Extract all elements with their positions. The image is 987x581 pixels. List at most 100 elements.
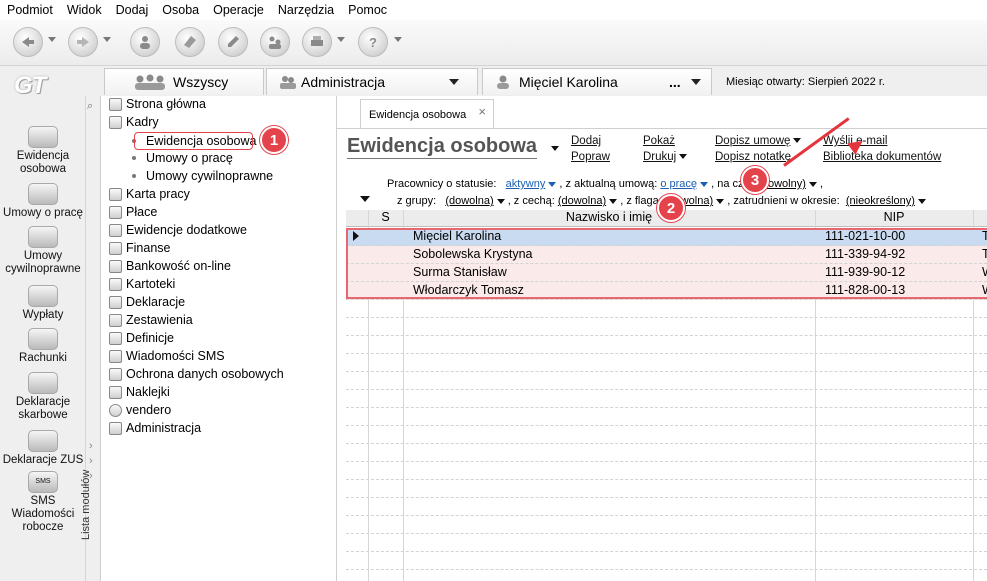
employment-period-filter[interactable]: (nieokreślony)	[846, 195, 915, 207]
forward-dropdown-icon[interactable]	[103, 37, 111, 42]
add-note-button[interactable]: Dopisz notatkę	[715, 151, 791, 163]
tree-item-naklejki[interactable]: Naklejki	[109, 383, 170, 401]
group-dropdown-icon[interactable]	[496, 198, 505, 204]
group-filter[interactable]: (dowolna)	[445, 195, 493, 207]
money-icon	[109, 205, 122, 219]
menu-pomoc[interactable]: Pomoc	[348, 3, 387, 17]
tab-ewidencja-osobowa[interactable]: Ewidencja osobowa ×	[360, 99, 494, 128]
tree-item-bankowosc[interactable]: Bankowość on-line	[109, 257, 231, 275]
empty-row	[346, 498, 987, 516]
menu-podmiot[interactable]: Podmiot	[7, 3, 53, 17]
document-library-button[interactable]: Biblioteka dokumentów	[823, 151, 941, 163]
users-icon[interactable]	[260, 27, 290, 57]
module-ewidencja[interactable]: Ewidencja osobowa	[0, 126, 86, 176]
tree-item-kadry[interactable]: Kadry	[109, 113, 159, 131]
contract-dropdown-icon[interactable]	[700, 181, 709, 187]
edit-icon[interactable]	[218, 27, 248, 57]
menu-osoba[interactable]: Osoba	[162, 3, 199, 17]
tree-item-definicje[interactable]: Definicje	[109, 329, 174, 347]
module-wyplaty[interactable]: Wypłaty	[0, 285, 86, 322]
back-icon[interactable]	[13, 27, 43, 57]
module-label: Ewidencja osobowa	[16, 150, 70, 175]
module-label: Wypłaty	[22, 309, 64, 321]
feature-dropdown-icon[interactable]	[609, 198, 618, 204]
handshake-icon	[28, 183, 58, 205]
module-umowy-o-prace[interactable]: Umowy o pracę	[0, 183, 86, 220]
tree-item-finanse[interactable]: Finanse	[109, 239, 170, 257]
finance-icon	[109, 241, 122, 255]
add-button[interactable]: Dodaj	[571, 135, 601, 147]
tree-item-ewidencje-dodatkowe[interactable]: Ewidencje dodatkowe	[109, 221, 247, 239]
menu-dodaj[interactable]: Dodaj	[116, 3, 149, 17]
module-sms[interactable]: SMS SMS Wiadomości robocze	[0, 471, 86, 534]
column-header-name[interactable]: Nazwisko i imię	[403, 210, 815, 227]
title-dropdown-icon[interactable]	[551, 146, 559, 151]
help-icon[interactable]: ?	[358, 27, 388, 57]
add-contract-button[interactable]: Dopisz umowę	[715, 135, 802, 147]
help-dropdown-icon[interactable]	[394, 37, 402, 42]
module-deklaracje-zus[interactable]: Deklaracje ZUS	[0, 430, 86, 467]
menu-operacje[interactable]: Operacje	[213, 3, 264, 17]
menu-bar: Podmiot Widok Dodaj Osoba Operacje Narzę…	[0, 0, 987, 20]
home-icon	[109, 97, 122, 111]
employment-period-dropdown-icon[interactable]	[917, 198, 926, 204]
module-label: Rachunki	[19, 352, 67, 364]
tree-item-deklaracje[interactable]: Deklaracje	[109, 293, 185, 311]
module-deklaracje-skarbowe[interactable]: Deklaracje skarbowe	[0, 372, 86, 422]
filters-dropdown-icon[interactable]	[360, 196, 370, 202]
document-icon	[109, 223, 122, 237]
column-header-nip[interactable]: NIP	[815, 210, 973, 227]
status-filter[interactable]: aktywny	[506, 178, 546, 190]
tree-item-umowy-cywilnoprawne[interactable]: Umowy cywilnoprawne	[132, 167, 273, 185]
tab-administration[interactable]: Administracja	[266, 68, 478, 95]
empty-row	[346, 552, 987, 570]
print-button[interactable]: Drukuj	[643, 151, 688, 163]
pin-icon[interactable]: ⌕	[87, 100, 93, 113]
tree-item-place[interactable]: Płace	[109, 203, 157, 221]
show-button[interactable]: Pokaż	[643, 135, 675, 147]
print-dropdown-icon[interactable]	[337, 37, 345, 42]
status-dropdown-icon[interactable]	[548, 181, 557, 187]
module-list-label: Lista modułów	[80, 469, 92, 540]
person-dropdown-icon[interactable]	[691, 79, 701, 85]
zus-icon	[28, 430, 58, 452]
contract-filter[interactable]: o pracę	[660, 178, 697, 190]
tree-item-karta-pracy[interactable]: Karta pracy	[109, 185, 190, 203]
tree-item-ochrona-danych[interactable]: Ochrona danych osobowych	[109, 365, 284, 383]
tree-item-vendero[interactable]: vendero	[109, 401, 171, 419]
tab-admin-label: Administracja	[301, 74, 386, 90]
period-type-dropdown-icon[interactable]	[808, 181, 817, 187]
step-badge-3: 3	[741, 166, 769, 194]
admin-dropdown-icon[interactable]	[449, 79, 459, 85]
money-icon	[28, 285, 58, 307]
tree-item-strona-glowna[interactable]: Strona główna	[109, 95, 206, 113]
menu-narzedzia[interactable]: Narzędzia	[278, 3, 334, 17]
module-rachunki[interactable]: Rachunki	[0, 328, 86, 365]
empty-row	[346, 534, 987, 552]
flag-dropdown-icon[interactable]	[716, 198, 725, 204]
forward-icon[interactable]	[68, 27, 98, 57]
edit-button[interactable]: Popraw	[571, 151, 610, 163]
print-dropdown-icon	[679, 154, 688, 160]
tree-item-umowy-o-prace[interactable]: Umowy o pracę	[132, 149, 233, 167]
feature-filter[interactable]: (dowolna)	[558, 195, 606, 207]
close-icon[interactable]: ×	[478, 104, 486, 119]
page-title[interactable]: Ewidencja osobowa	[347, 135, 538, 159]
tab-person[interactable]: Mięciel Karolina ...	[482, 68, 712, 95]
note-icon[interactable]	[175, 27, 205, 57]
tree-item-kartoteki[interactable]: Kartoteki	[109, 275, 175, 293]
column-header-s[interactable]: S	[368, 210, 403, 227]
open-month-status: Miesiąc otwarty: Sierpień 2022 r.	[726, 76, 885, 88]
tree-item-administracja[interactable]: Administracja	[109, 419, 201, 437]
module-umowy-cywilnoprawne[interactable]: Umowy cywilnoprawne	[0, 226, 86, 276]
report-icon	[109, 313, 122, 327]
back-dropdown-icon[interactable]	[48, 37, 56, 42]
print-icon[interactable]	[302, 27, 332, 57]
tree-item-wiadomosci-sms[interactable]: Wiadomości SMS	[109, 347, 225, 365]
tree-item-zestawienia[interactable]: Zestawienia	[109, 311, 193, 329]
tab-all-persons[interactable]: Wszyscy	[104, 68, 264, 95]
person-add-icon[interactable]	[130, 27, 160, 57]
tab-person-more[interactable]: ...	[669, 74, 691, 90]
tab-person-label: Mięciel Karolina	[519, 74, 618, 90]
menu-widok[interactable]: Widok	[67, 3, 102, 17]
